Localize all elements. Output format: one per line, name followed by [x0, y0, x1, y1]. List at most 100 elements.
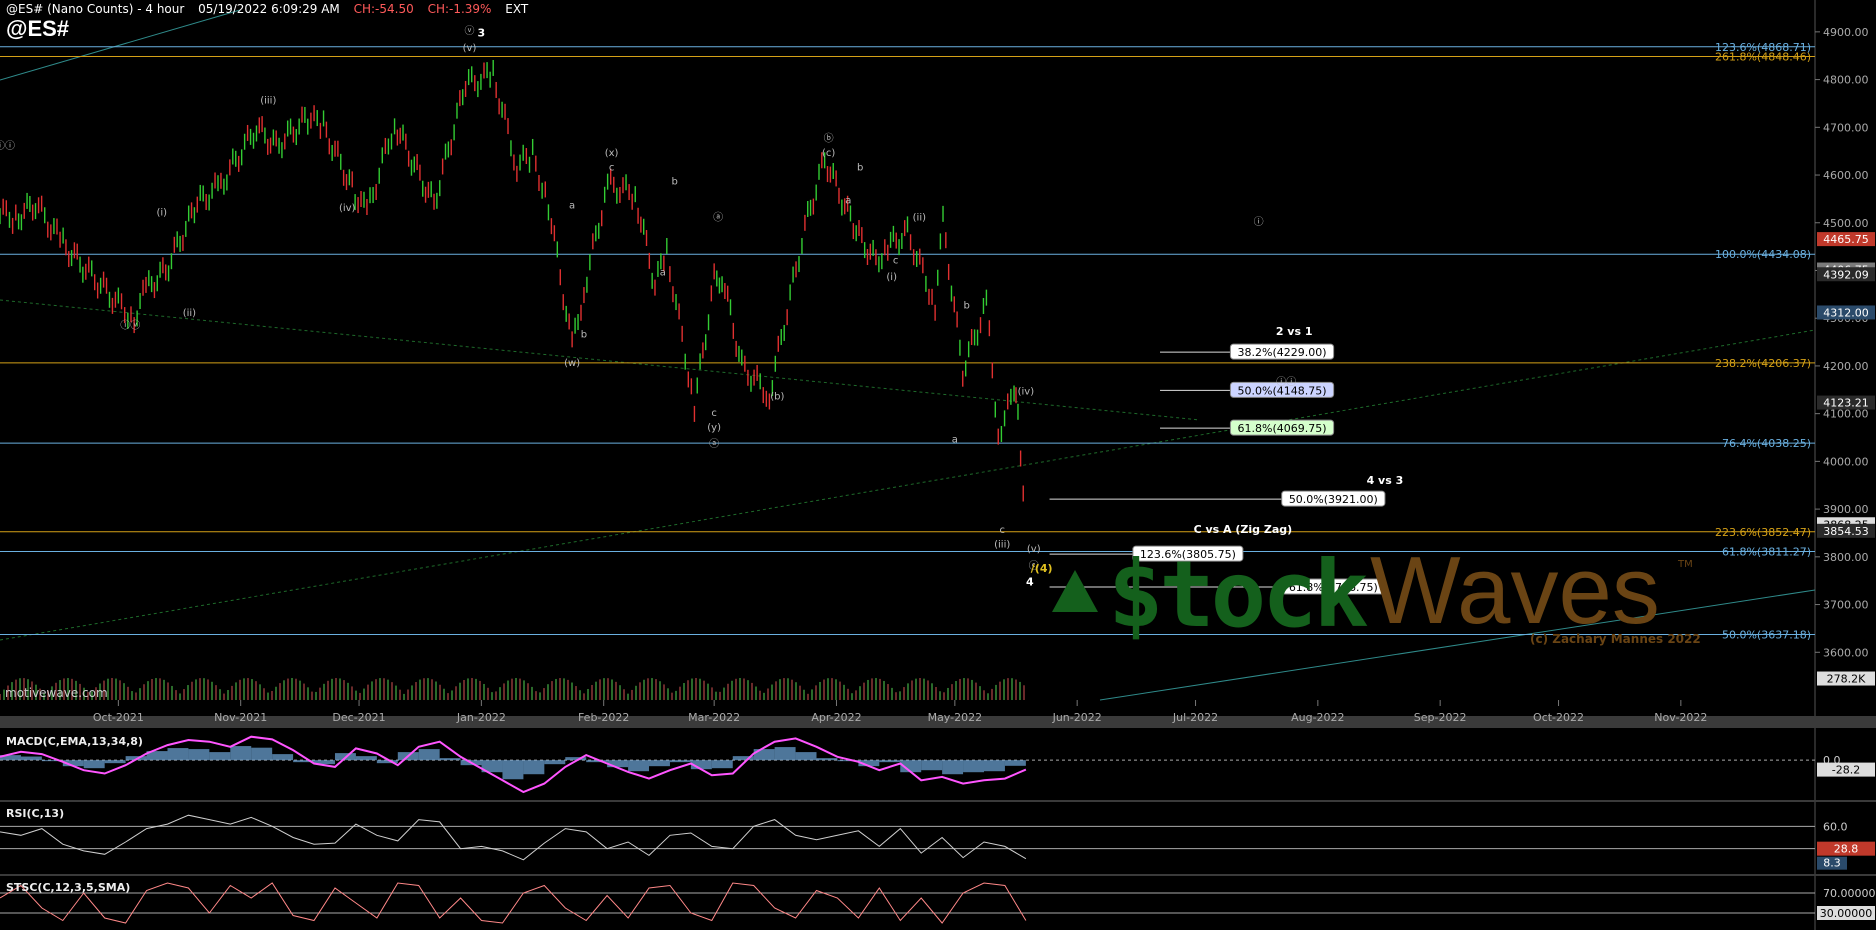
macd-histogram-bar	[272, 754, 294, 761]
wave-label: c	[893, 255, 899, 266]
macd-histogram-bar	[774, 747, 796, 761]
wave-label: (x)	[605, 148, 619, 159]
ytick-label: 4100.00	[1823, 408, 1869, 421]
annotation-label: C vs A (Zig Zag)	[1194, 523, 1293, 536]
fib-level-label: 261.8%(4848.46)	[1715, 50, 1811, 63]
xtick-label: May-2022	[928, 711, 983, 724]
instrument-title: @ES# (Nano Counts) - 4 hour	[6, 2, 185, 16]
session-label: EXT	[505, 2, 529, 16]
wave-label: (ii)	[183, 308, 196, 319]
macd-title: MACD(C,EMA,13,34,8)	[6, 735, 143, 748]
indicator-tick-label: 70.00000	[1823, 887, 1876, 900]
wave-label: b	[964, 301, 970, 312]
indicator-value-label: 28.8	[1834, 843, 1859, 856]
wave-label: ⓐ	[709, 438, 719, 450]
macd-histogram-bar	[795, 752, 817, 761]
chart-header: @ES# (Nano Counts) - 4 hour 05/19/2022 6…	[6, 2, 538, 16]
wave-label: ⓘ	[1254, 216, 1264, 228]
xtick-label: Oct-2022	[1533, 711, 1584, 724]
wave-label: (iii)	[260, 95, 276, 106]
price-badge-label: 3854.53	[1823, 525, 1869, 538]
indicator-tick-label: 60.0	[1823, 820, 1848, 833]
wave-label: (b)	[770, 391, 784, 402]
xtick-label: Mar-2022	[688, 711, 740, 724]
xtick-label: Nov-2022	[1654, 711, 1707, 724]
macd-histogram-bar	[355, 756, 377, 761]
wave-label: (ii)	[913, 212, 926, 223]
price-badge-label: 4465.75	[1823, 233, 1869, 246]
macd-histogram-bar	[251, 747, 273, 761]
chart-canvas: 123.6%(4868.71)261.8%(4848.46)100.0%(443…	[0, 0, 1876, 930]
annotation-label: 3	[478, 27, 486, 40]
fib-level-label: 223.6%(3852.47)	[1715, 526, 1811, 539]
ytick-label: 4500.00	[1823, 217, 1869, 230]
annotation-label: 4 vs 3	[1367, 474, 1404, 487]
macd-histogram-bar	[439, 758, 461, 761]
macd-histogram-bar	[83, 760, 105, 769]
trend-line	[0, 299, 1201, 421]
indicator-value-label: 30.00000	[1820, 907, 1873, 920]
wave-label: c	[999, 525, 1005, 536]
macd-histogram-bar	[523, 760, 545, 775]
wave-label: (v)	[1027, 544, 1041, 555]
macd-histogram-bar	[20, 756, 42, 761]
wave-label: a	[845, 196, 851, 207]
price-badge-label: 4392.09	[1823, 268, 1869, 281]
wave-label: b	[857, 162, 863, 173]
header-datetime: 05/19/2022 6:09:29 AM	[198, 2, 340, 16]
price-badge-label: 278.2K	[1827, 673, 1866, 686]
xtick-label: Apr-2022	[811, 711, 861, 724]
ytick-label: 4700.00	[1823, 121, 1869, 134]
macd-histogram-bar	[983, 760, 1005, 772]
logo-waves-text: Waves	[1370, 537, 1660, 644]
wave-label: (i)	[886, 272, 897, 283]
wave-label: c	[609, 162, 615, 173]
fib-level-label: 76.4%(4038.25)	[1722, 437, 1811, 450]
ytick-label: 3600.00	[1823, 646, 1869, 659]
wave-label: (y)	[707, 422, 721, 433]
macd-histogram-bar	[209, 752, 231, 761]
wave-label: b	[672, 177, 678, 188]
fib-level-label: 50.0%(3637.18)	[1722, 629, 1811, 642]
xtick-label: Nov-2021	[214, 711, 267, 724]
macd-histogram-bar	[921, 760, 943, 771]
macd-histogram-bar	[942, 760, 964, 775]
wave-label: ⓥ	[465, 25, 475, 37]
wave-label: (i)	[156, 208, 167, 219]
wave-label: a	[952, 434, 958, 445]
macd-histogram-bar	[711, 760, 733, 769]
fib-level-label: 238.2%(4206.37)	[1715, 357, 1811, 370]
indicator-line	[0, 882, 1027, 924]
price-badge-label: 4312.00	[1823, 306, 1869, 319]
indicator-value-label: 8.3	[1823, 857, 1841, 870]
ytick-label: 3800.00	[1823, 551, 1869, 564]
logo-tm: TM	[1678, 559, 1693, 570]
xtick-label: Dec-2021	[332, 711, 385, 724]
change-percent: CH:-1.39%	[427, 2, 492, 16]
xtick-label: Aug-2022	[1291, 711, 1344, 724]
xtick-label: Sep-2022	[1414, 711, 1467, 724]
macd-histogram-bar	[879, 760, 901, 763]
ytick-label: 4900.00	[1823, 26, 1869, 39]
fib-level-label: 100.0%(4434.08)	[1715, 248, 1811, 261]
macd-histogram-bar	[544, 760, 566, 765]
macd-histogram-bar	[230, 746, 252, 761]
ytick-label: 4000.00	[1823, 455, 1869, 468]
macd-histogram-bar	[1004, 760, 1026, 766]
price-badge-label: 4123.21	[1823, 397, 1869, 410]
stoch-title: STSC(C,12,3,5,SMA)	[6, 881, 131, 894]
watermark: motivewave.com	[5, 686, 108, 700]
xtick-label: Jun-2022	[1052, 711, 1102, 724]
wave-label: (v)	[463, 43, 477, 54]
indicator-line	[0, 814, 1027, 861]
wave-label: ⓘⓘ	[1276, 376, 1296, 388]
wave-label: (iii)	[994, 539, 1010, 550]
target-label: 61.8%(4069.75)	[1238, 422, 1327, 435]
rsi-title: RSI(C,13)	[6, 807, 65, 820]
fib-level-label: 61.8%(3811.27)	[1722, 545, 1811, 558]
ytick-label: 4200.00	[1823, 360, 1869, 373]
macd-histogram-bar	[628, 760, 650, 772]
wave-label: a	[569, 200, 575, 211]
wave-label: ⓘⓘⓘ	[0, 140, 15, 152]
change-value: CH:-54.50	[353, 2, 414, 16]
